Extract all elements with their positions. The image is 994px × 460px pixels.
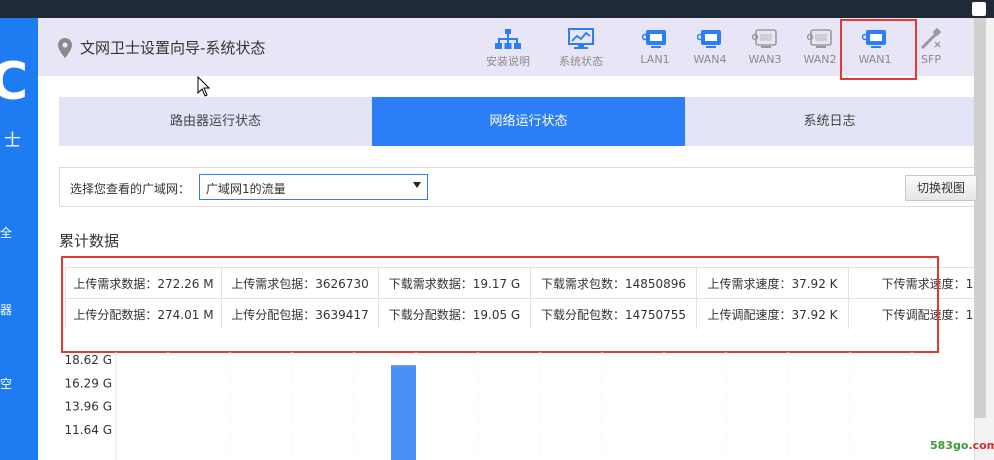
- nav-system-status[interactable]: 系统状态: [551, 28, 611, 69]
- watermark: 583go.com: [930, 439, 994, 452]
- wan-select-label: 选择您查看的广域网：: [70, 182, 191, 196]
- wan-selector-row: 选择您查看的广域网： 广域网1的流量 切换视图: [59, 167, 977, 207]
- left-sidebar: C 士 全 器 空: [0, 18, 38, 460]
- y-tick-label: 11.64 G: [65, 423, 112, 437]
- y-tick-label: 16.29 G: [65, 376, 112, 390]
- mouse-cursor-icon: [197, 76, 211, 97]
- switch-view-button[interactable]: 切换视图: [905, 175, 977, 201]
- network-topology-icon: [495, 29, 521, 49]
- nav-label: WAN3: [748, 53, 782, 66]
- nav-label: LAN1: [640, 53, 670, 66]
- page-title: 文网卫士设置向导-系统状态: [80, 39, 266, 57]
- window-close-icon[interactable]: [972, 2, 986, 16]
- nav-wan4[interactable]: WAN4: [680, 28, 740, 66]
- wan1-highlight-box: [840, 19, 917, 80]
- tab-system-log[interactable]: 系统日志: [685, 97, 974, 146]
- nav-label: 安装说明: [486, 55, 530, 68]
- nav-lan1[interactable]: LAN1: [625, 28, 685, 66]
- traffic-chart: 18.62 G 16.29 G 13.96 G 11.64 G: [65, 352, 913, 460]
- page-header: 文网卫士设置向导-系统状态 安装说明 系统状态 LAN1 WAN4 WAN3 W…: [38, 18, 974, 76]
- ethernet-port-icon: [642, 30, 666, 48]
- y-tick-label: 18.62 G: [65, 353, 112, 367]
- sidebar-item[interactable]: 空: [0, 375, 12, 392]
- stats-highlight-box: [61, 256, 939, 353]
- sidebar-item[interactable]: 全: [0, 224, 12, 241]
- nav-label: 系统状态: [559, 55, 603, 68]
- window-top-bar: [0, 0, 994, 18]
- sidebar-brand: 士: [4, 131, 21, 151]
- chart-bar: [391, 365, 416, 460]
- cumulative-data-title: 累计数据: [59, 232, 120, 250]
- nav-label: WAN4: [693, 53, 727, 66]
- scrollbar-thumb[interactable]: [974, 18, 986, 418]
- nav-install-guide[interactable]: 安装说明: [478, 28, 538, 69]
- wan-select[interactable]: 广域网1的流量: [199, 174, 428, 200]
- tab-router-status[interactable]: 路由器运行状态: [59, 97, 372, 146]
- sidebar-logo: C: [0, 52, 29, 112]
- ethernet-port-icon: [697, 30, 721, 48]
- location-pin-icon: [58, 38, 72, 58]
- fiber-disconnected-icon: [920, 28, 942, 50]
- watermark-prefix: 583go: [930, 439, 969, 452]
- tab-network-status[interactable]: 网络运行状态: [372, 97, 685, 146]
- wan-select-value: 广域网1的流量: [206, 182, 286, 196]
- dropdown-arrow-icon: [413, 182, 421, 188]
- ethernet-port-icon: [752, 29, 777, 48]
- sidebar-item[interactable]: 器: [0, 301, 12, 318]
- watermark-suffix: .com: [968, 439, 994, 452]
- y-tick-label: 13.96 G: [65, 400, 112, 414]
- tab-bar: 路由器运行状态 网络运行状态 系统日志: [59, 97, 974, 146]
- ethernet-port-icon: [807, 29, 832, 48]
- nav-wan3[interactable]: WAN3: [735, 28, 795, 66]
- monitor-chart-icon: [568, 28, 594, 49]
